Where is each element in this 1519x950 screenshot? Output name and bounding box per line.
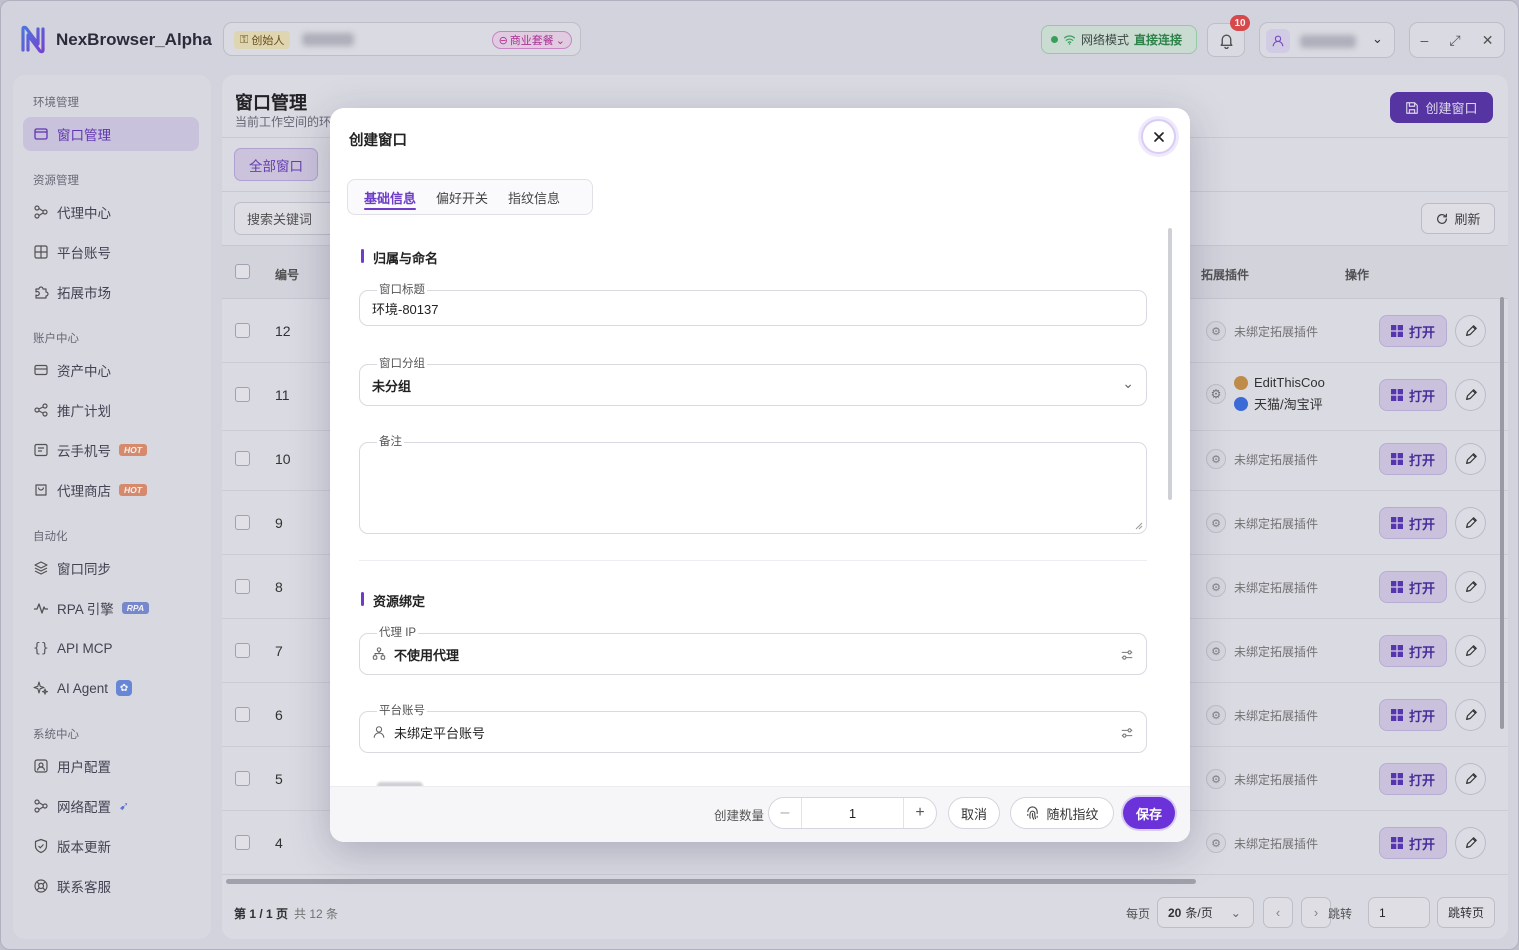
cancel-button[interactable]: 取消	[948, 797, 1000, 829]
random-fingerprint-button[interactable]: 随机指纹	[1010, 797, 1114, 829]
chevron-down-icon: ⌄	[1122, 375, 1134, 391]
create-window-dialog: 创建窗口 基础信息 偏好开关 指纹信息 归属与命名 环境-80137 窗口标题 …	[330, 108, 1190, 842]
platform-account-label: 平台账号	[377, 702, 427, 718]
section-title-resources: 资源绑定	[361, 591, 425, 610]
plus-icon: +	[915, 804, 925, 821]
note-textarea[interactable]	[359, 442, 1147, 534]
settings-slider-icon[interactable]	[1120, 648, 1134, 662]
minus-icon: –	[780, 804, 790, 821]
proxy-ip-label: 代理 IP	[377, 624, 419, 640]
tab-preferences[interactable]: 偏好开关	[426, 179, 498, 215]
save-button[interactable]: 保存	[1123, 797, 1175, 829]
dialog-scrollbar[interactable]	[1168, 228, 1172, 500]
decrement-button[interactable]: –	[769, 798, 801, 828]
note-label: 备注	[377, 433, 404, 449]
fingerprint-icon	[1027, 805, 1039, 820]
window-title-input[interactable]: 环境-80137	[359, 290, 1147, 326]
user-icon	[373, 726, 385, 738]
proxy-icon	[372, 647, 386, 660]
dialog-body: 归属与命名 环境-80137 窗口标题 未分组 ⌄ 窗口分组 备注 资源绑定 不…	[330, 226, 1190, 786]
quantity-input[interactable]: 1	[801, 798, 904, 828]
settings-slider-icon[interactable]	[1120, 726, 1134, 740]
dialog-footer: 创建数量 – 1 + 取消 随机指纹 保存	[330, 786, 1190, 842]
dialog-tabs: 基础信息 偏好开关 指纹信息	[347, 179, 593, 215]
quantity-label: 创建数量	[714, 809, 765, 823]
section-divider	[359, 560, 1147, 561]
window-group-label: 窗口分组	[377, 355, 427, 371]
close-icon	[1153, 131, 1164, 142]
window-group-select[interactable]: 未分组 ⌄	[359, 364, 1147, 406]
dialog-close-button[interactable]	[1141, 119, 1176, 154]
quantity-stepper: – 1 +	[768, 797, 937, 829]
window-title-label: 窗口标题	[377, 281, 427, 297]
proxy-ip-select[interactable]: 不使用代理	[359, 633, 1147, 675]
platform-account-select[interactable]: 未绑定平台账号	[359, 711, 1147, 753]
resize-handle-icon[interactable]	[1135, 522, 1143, 530]
tab-fingerprint[interactable]: 指纹信息	[498, 179, 570, 215]
tab-basic-info[interactable]: 基础信息	[354, 179, 426, 215]
dialog-title: 创建窗口	[349, 133, 407, 149]
increment-button[interactable]: +	[904, 798, 936, 828]
section-title-naming: 归属与命名	[361, 248, 438, 267]
